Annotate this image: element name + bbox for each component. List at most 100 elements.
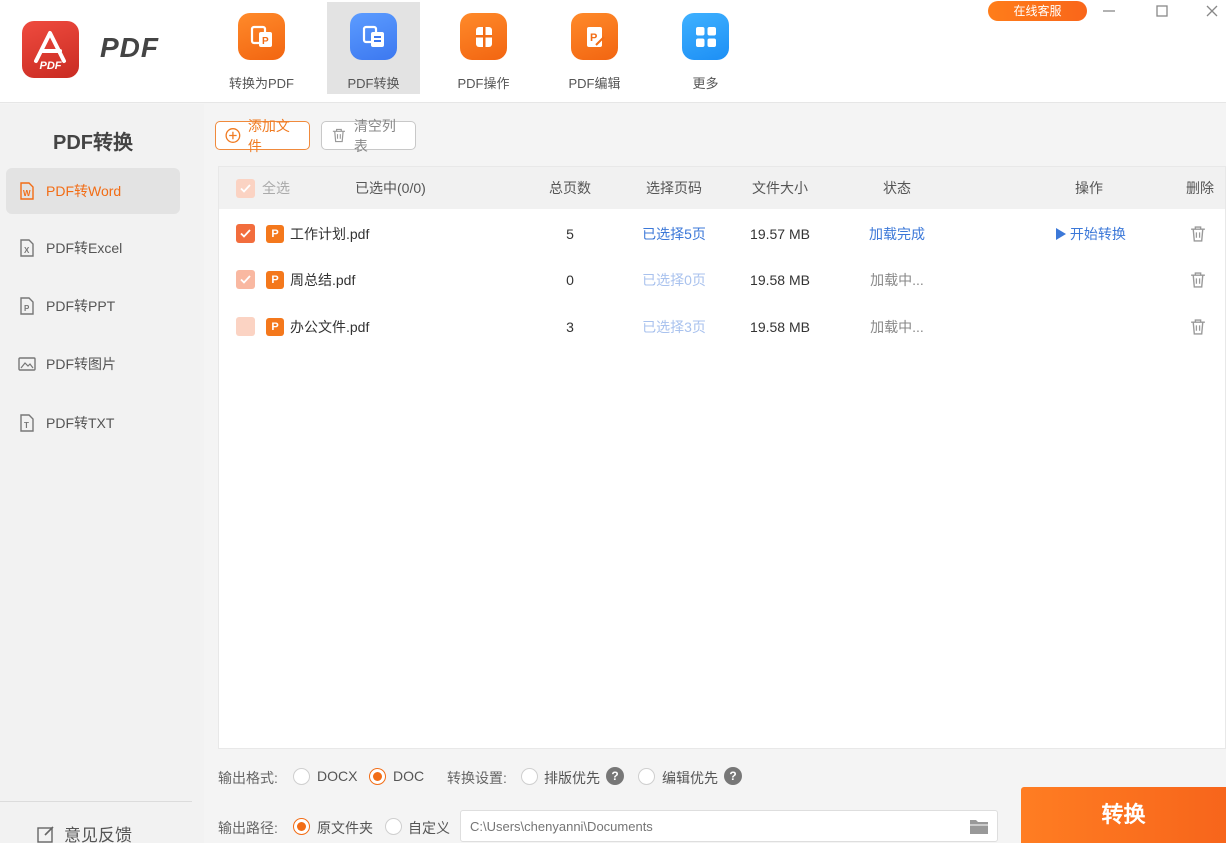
nav-pdf-convert[interactable]: PDF转换 <box>327 2 420 94</box>
nav-label: PDF转换 <box>347 76 400 91</box>
page-select-link[interactable]: 已选择3页 <box>624 304 724 350</box>
delete-row-button[interactable] <box>1189 211 1211 257</box>
nav-more[interactable]: 更多 <box>659 2 752 94</box>
file-name: 周总结.pdf <box>290 272 356 288</box>
pdf-convert-icon <box>350 13 397 60</box>
check-icon <box>240 275 251 284</box>
image-file-icon <box>18 357 36 371</box>
edit-priority-label: 编辑优先 <box>662 770 718 786</box>
sidebar-item-label: PDF转图片 <box>46 356 116 372</box>
maximize-icon <box>1156 5 1168 17</box>
nav-label: 更多 <box>692 76 719 91</box>
trash-icon <box>1191 226 1205 242</box>
path-original-radio[interactable] <box>293 818 310 835</box>
file-pages: 0 <box>566 272 574 288</box>
output-format-label: 输出格式: <box>218 770 278 786</box>
nav-pdf-edit[interactable]: P PDF编辑 <box>548 2 641 94</box>
brand-title: PDF <box>100 32 159 63</box>
minimize-icon <box>1103 10 1115 12</box>
page-select-link[interactable]: 已选择0页 <box>624 257 724 303</box>
close-icon <box>1206 5 1218 17</box>
row-checkbox[interactable] <box>236 270 255 289</box>
header-delete: 删除 <box>1186 180 1214 196</box>
delete-row-button[interactable] <box>1189 257 1211 303</box>
close-button[interactable] <box>1198 1 1226 21</box>
header-status: 状态 <box>883 180 911 196</box>
layout-priority-radio[interactable] <box>521 768 538 785</box>
folder-icon <box>970 819 988 834</box>
sidebar-item-pdf-to-txt[interactable]: T PDF转TXT <box>6 400 180 446</box>
convert-button[interactable]: 转换 <box>1021 787 1226 843</box>
app-logo: PDF <box>22 21 79 78</box>
add-file-label: 添加文件 <box>247 117 290 154</box>
start-convert-label: 开始转换 <box>1069 226 1126 242</box>
convert-to-pdf-icon: P <box>238 13 285 60</box>
output-path-label: 输出路径: <box>218 820 278 836</box>
nav-label: PDF操作 <box>457 76 510 91</box>
file-status: 加载中... <box>870 319 924 335</box>
word-file-icon: W <box>20 182 34 200</box>
trash-icon <box>332 128 345 143</box>
nav-label: PDF编辑 <box>568 76 621 91</box>
trash-icon <box>1191 319 1205 335</box>
delete-row-button[interactable] <box>1189 304 1211 350</box>
svg-text:P: P <box>590 32 597 44</box>
format-doc-radio[interactable] <box>369 768 386 785</box>
header-selected: 已选中(0/0) <box>355 180 426 196</box>
svg-text:P: P <box>262 36 269 47</box>
row-checkbox[interactable] <box>236 317 255 336</box>
sidebar-item-pdf-to-image[interactable]: PDF转图片 <box>6 341 180 387</box>
select-all-checkbox[interactable] <box>236 179 255 198</box>
output-path-input[interactable] <box>460 810 998 842</box>
file-pages: 5 <box>566 226 574 242</box>
format-docx-radio[interactable] <box>293 768 310 785</box>
nav-convert-to-pdf[interactable]: P 转换为PDF <box>215 2 308 94</box>
file-size: 19.58 MB <box>750 272 810 288</box>
edit-priority-radio[interactable] <box>638 768 655 785</box>
ppt-file-icon: P <box>20 297 34 315</box>
clear-list-button[interactable]: 清空列表 <box>321 118 416 154</box>
header-page-select: 选择页码 <box>646 180 702 196</box>
svg-text:X: X <box>24 246 30 255</box>
txt-file-icon: T <box>20 414 34 432</box>
sidebar: PDF转换 W PDF转Word X PDF转Excel P PDF转PPT P… <box>0 104 204 843</box>
file-name: 办公文件.pdf <box>290 319 370 335</box>
table-header: 全选 已选中(0/0) 总页数 选择页码 文件大小 状态 操作 删除 <box>219 167 1225 209</box>
nav-pdf-operate[interactable]: PDF操作 <box>437 2 530 94</box>
layout-help-icon[interactable]: ? <box>606 767 624 785</box>
table-row: P 办公文件.pdf 3 已选择3页 19.58 MB 加载中... <box>219 304 1225 350</box>
select-all-label: 全选 <box>262 180 290 196</box>
sidebar-item-pdf-to-ppt[interactable]: P PDF转PPT <box>6 283 180 329</box>
pdf-file-icon: P <box>266 225 284 243</box>
file-name: 工作计划.pdf <box>290 226 370 242</box>
clear-list-label: 清空列表 <box>353 117 396 154</box>
sidebar-divider <box>0 801 192 802</box>
sidebar-item-pdf-to-word[interactable]: W PDF转Word <box>6 168 180 214</box>
trash-icon <box>1191 272 1205 288</box>
sidebar-item-pdf-to-excel[interactable]: X PDF转Excel <box>6 225 180 271</box>
convert-settings-label: 转换设置: <box>447 770 507 786</box>
file-size: 19.58 MB <box>750 319 810 335</box>
online-support-button[interactable]: 在线客服 <box>988 1 1087 21</box>
row-checkbox[interactable] <box>236 224 255 243</box>
header-size: 文件大小 <box>752 180 808 196</box>
path-custom-radio[interactable] <box>385 818 402 835</box>
maximize-button[interactable] <box>1148 1 1176 21</box>
check-icon <box>240 229 251 238</box>
browse-folder-button[interactable] <box>967 814 991 838</box>
sidebar-item-label: PDF转Excel <box>46 240 123 256</box>
format-docx-label: DOCX <box>317 768 358 784</box>
file-list-panel: 全选 已选中(0/0) 总页数 选择页码 文件大小 状态 操作 删除 P 工作计… <box>218 166 1226 749</box>
add-file-button[interactable]: 添加文件 <box>215 118 310 154</box>
table-row: P 周总结.pdf 0 已选择0页 19.58 MB 加载中... <box>219 257 1225 303</box>
layout-priority-label: 排版优先 <box>544 770 600 786</box>
minimize-button[interactable] <box>1095 1 1123 21</box>
more-apps-icon <box>682 13 729 60</box>
feedback-button[interactable]: 意见反馈 <box>36 821 132 843</box>
page-select-link[interactable]: 已选择5页 <box>624 211 724 257</box>
pdf-file-icon: P <box>266 318 284 336</box>
svg-text:W: W <box>23 189 31 198</box>
pdf-file-icon: P <box>266 271 284 289</box>
start-convert-button[interactable]: 开始转换 <box>1055 211 1126 257</box>
edit-help-icon[interactable]: ? <box>724 767 742 785</box>
